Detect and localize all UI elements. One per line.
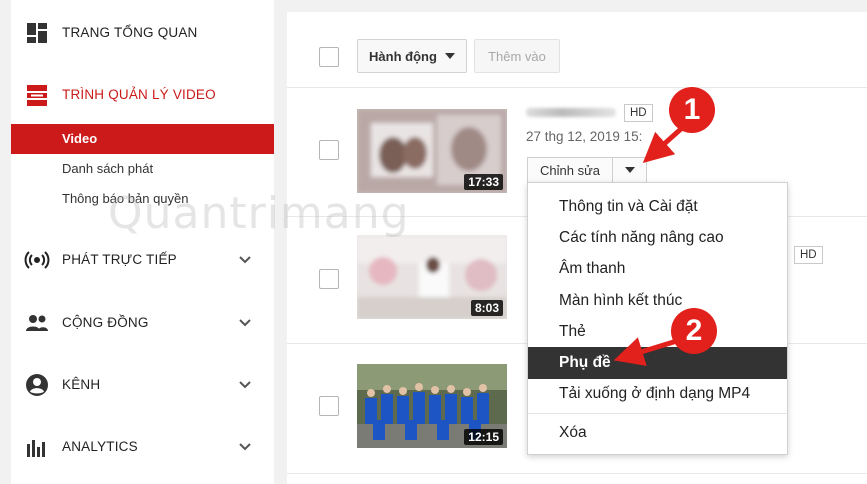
nav-community[interactable]: CỘNG ĐỒNG [11, 302, 274, 342]
video-title-redacted[interactable] [526, 108, 616, 117]
video-thumbnail[interactable]: 8:03 [357, 235, 507, 319]
chevron-down-icon[interactable] [237, 314, 253, 330]
nav-live[interactable]: PHÁT TRỰC TIẾP [11, 239, 274, 279]
video-checkbox[interactable] [319, 269, 339, 289]
nav-community-label: CỘNG ĐỒNG [62, 314, 149, 330]
video-thumbnail[interactable]: 17:33 [357, 109, 507, 193]
sub-item-copyright[interactable]: Thông báo bản quyền [11, 184, 274, 214]
video-duration: 8:03 [470, 300, 503, 316]
upload-date: 27 thg 12, 2019 15: [526, 129, 643, 144]
page: TRANG TỔNG QUAN TRÌNH QUẢN LÝ VIDEO Vide… [0, 0, 867, 484]
menu-item-end-screen[interactable]: Màn hình kết thúc [528, 285, 787, 316]
sub-item-label: Video [62, 131, 98, 146]
edit-button-group: Chỉnh sửa [527, 157, 648, 183]
video-manager-icon [27, 85, 47, 106]
nav-dashboard[interactable]: TRANG TỔNG QUAN [11, 12, 274, 52]
sub-item-video[interactable]: Video [11, 124, 274, 154]
menu-item-advanced-features[interactable]: Các tính năng nâng cao [528, 222, 787, 253]
actions-button[interactable]: Hành động [357, 39, 467, 73]
nav-live-label: PHÁT TRỰC TIẾP [62, 251, 177, 267]
menu-item-cards[interactable]: Thẻ [528, 316, 787, 347]
sidebar: TRANG TỔNG QUAN TRÌNH QUẢN LÝ VIDEO Vide… [11, 0, 274, 484]
sub-item-label: Danh sách phát [62, 161, 154, 176]
menu-item-subtitles[interactable]: Phụ đề [528, 347, 787, 379]
analytics-icon [27, 440, 45, 457]
community-icon [26, 315, 48, 331]
edit-dropdown-menu: Thông tin và Cài đặt Các tính năng nâng … [527, 182, 788, 455]
menu-item-delete[interactable]: Xóa [528, 417, 787, 448]
caret-down-icon [624, 167, 635, 173]
nav-channel[interactable]: KÊNH [11, 364, 274, 404]
nav-analytics-label: ANALYTICS [62, 438, 138, 454]
video-checkbox[interactable] [319, 396, 339, 416]
nav-channel-label: KÊNH [62, 376, 101, 392]
menu-divider [528, 413, 787, 415]
nav-dashboard-label: TRANG TỔNG QUAN [62, 24, 198, 40]
menu-item-info-settings[interactable]: Thông tin và Cài đặt [528, 191, 787, 222]
edit-dropdown-toggle[interactable] [613, 157, 648, 183]
dashboard-icon [27, 23, 47, 43]
video-duration: 12:15 [464, 429, 503, 445]
add-to-button-label: Thêm vào [488, 48, 546, 64]
sub-item-label: Thông báo bản quyền [62, 191, 189, 206]
nav-video-manager-label: TRÌNH QUẢN LÝ VIDEO [62, 86, 216, 102]
nav-analytics[interactable]: ANALYTICS [11, 426, 274, 466]
caret-down-icon [444, 53, 455, 59]
video-duration: 17:33 [464, 174, 503, 190]
step-2-badge: 2 [671, 308, 717, 354]
menu-item-audio[interactable]: Âm thanh [528, 254, 787, 285]
sub-item-playlists[interactable]: Danh sách phát [11, 154, 274, 184]
select-all-checkbox[interactable] [319, 47, 339, 67]
live-broadcast-icon [24, 251, 50, 269]
add-to-button[interactable]: Thêm vào [474, 39, 560, 73]
chevron-down-icon[interactable] [237, 251, 253, 267]
hd-badge: HD [794, 246, 823, 264]
nav-video-manager[interactable]: TRÌNH QUẢN LÝ VIDEO [11, 74, 274, 114]
edit-button-label: Chỉnh sửa [540, 162, 601, 178]
chevron-down-icon[interactable] [237, 376, 253, 392]
actions-button-label: Hành động [369, 48, 437, 64]
toolbar: Hành động Thêm vào [287, 12, 867, 88]
step-1-badge: 1 [669, 87, 715, 133]
video-checkbox[interactable] [319, 140, 339, 160]
chevron-down-icon[interactable] [237, 438, 253, 454]
edit-button[interactable]: Chỉnh sửa [527, 157, 614, 183]
channel-icon [26, 374, 48, 396]
menu-item-download-mp4[interactable]: Tải xuống ở định dạng MP4 [528, 379, 787, 410]
hd-badge: HD [624, 104, 653, 122]
video-thumbnail[interactable]: 12:15 [357, 364, 507, 448]
